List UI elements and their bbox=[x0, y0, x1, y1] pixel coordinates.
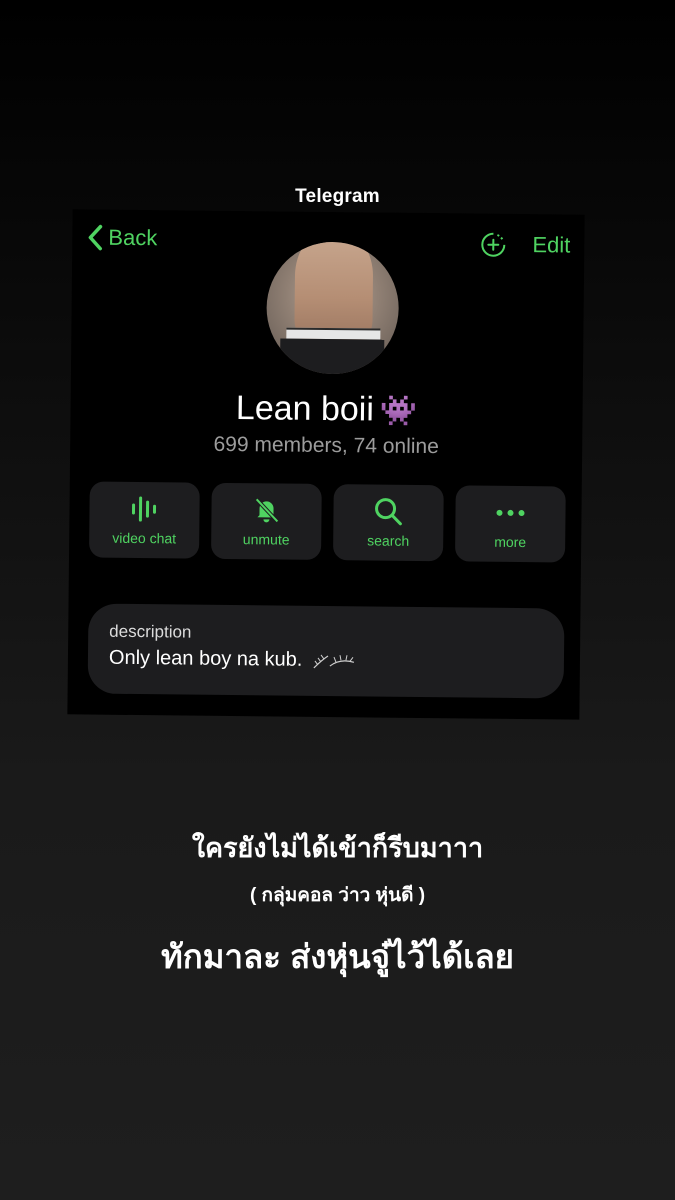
bell-slash-icon bbox=[251, 495, 281, 525]
description-label: description bbox=[109, 621, 192, 642]
edit-button[interactable]: Edit bbox=[532, 232, 570, 258]
story-caption-line-1: ใครยังไม่ได้เข้าก็รีบมาาา bbox=[191, 833, 484, 863]
video-chat-button[interactable]: video chat bbox=[89, 481, 200, 559]
search-label: search bbox=[367, 532, 410, 549]
unmute-button[interactable]: unmute bbox=[211, 482, 322, 560]
action-row: video chat unmute search more bbox=[89, 481, 566, 563]
voice-bars-icon bbox=[129, 494, 159, 524]
chevron-left-icon bbox=[88, 224, 103, 251]
back-button[interactable]: Back bbox=[86, 223, 157, 252]
telegram-group-screenshot: Back Edit Lean boii 👾 699 members, 74 onl… bbox=[67, 209, 585, 720]
group-member-count: 699 members, 74 online bbox=[213, 432, 439, 459]
story-caption-line-2: ( กลุ่มคอล ว่าว หุ่นดี ) bbox=[249, 885, 426, 906]
story-app-label: Telegram bbox=[295, 186, 380, 207]
description-text-row: Only lean boy na kub. bbox=[109, 647, 359, 673]
nav-right-group: Edit bbox=[480, 232, 570, 259]
description-panel: description Only lean boy na kub. bbox=[87, 603, 565, 699]
search-button[interactable]: search bbox=[332, 484, 444, 562]
group-avatar[interactable] bbox=[265, 241, 400, 375]
avatar-shorts-shape bbox=[279, 338, 385, 375]
description-text: Only lean boy na kub. bbox=[108, 646, 303, 671]
search-icon bbox=[373, 497, 403, 527]
add-circle-icon[interactable] bbox=[480, 232, 506, 258]
back-label: Back bbox=[108, 224, 158, 251]
group-name-text: Lean boii bbox=[235, 389, 375, 429]
sprig-doodle-icon bbox=[310, 649, 358, 672]
unmute-label: unmute bbox=[242, 531, 290, 548]
alien-monster-emoji: 👾 bbox=[379, 394, 418, 428]
video-chat-label: video chat bbox=[112, 529, 177, 547]
more-button[interactable]: more bbox=[454, 485, 566, 563]
group-title: Lean boii 👾 bbox=[70, 387, 582, 431]
story-caption-line-3: ทักมาละ ส่งหุ่นจู๋ไว้ได้เลย bbox=[160, 938, 515, 975]
more-label: more bbox=[494, 533, 527, 551]
more-dots-icon bbox=[495, 498, 525, 528]
